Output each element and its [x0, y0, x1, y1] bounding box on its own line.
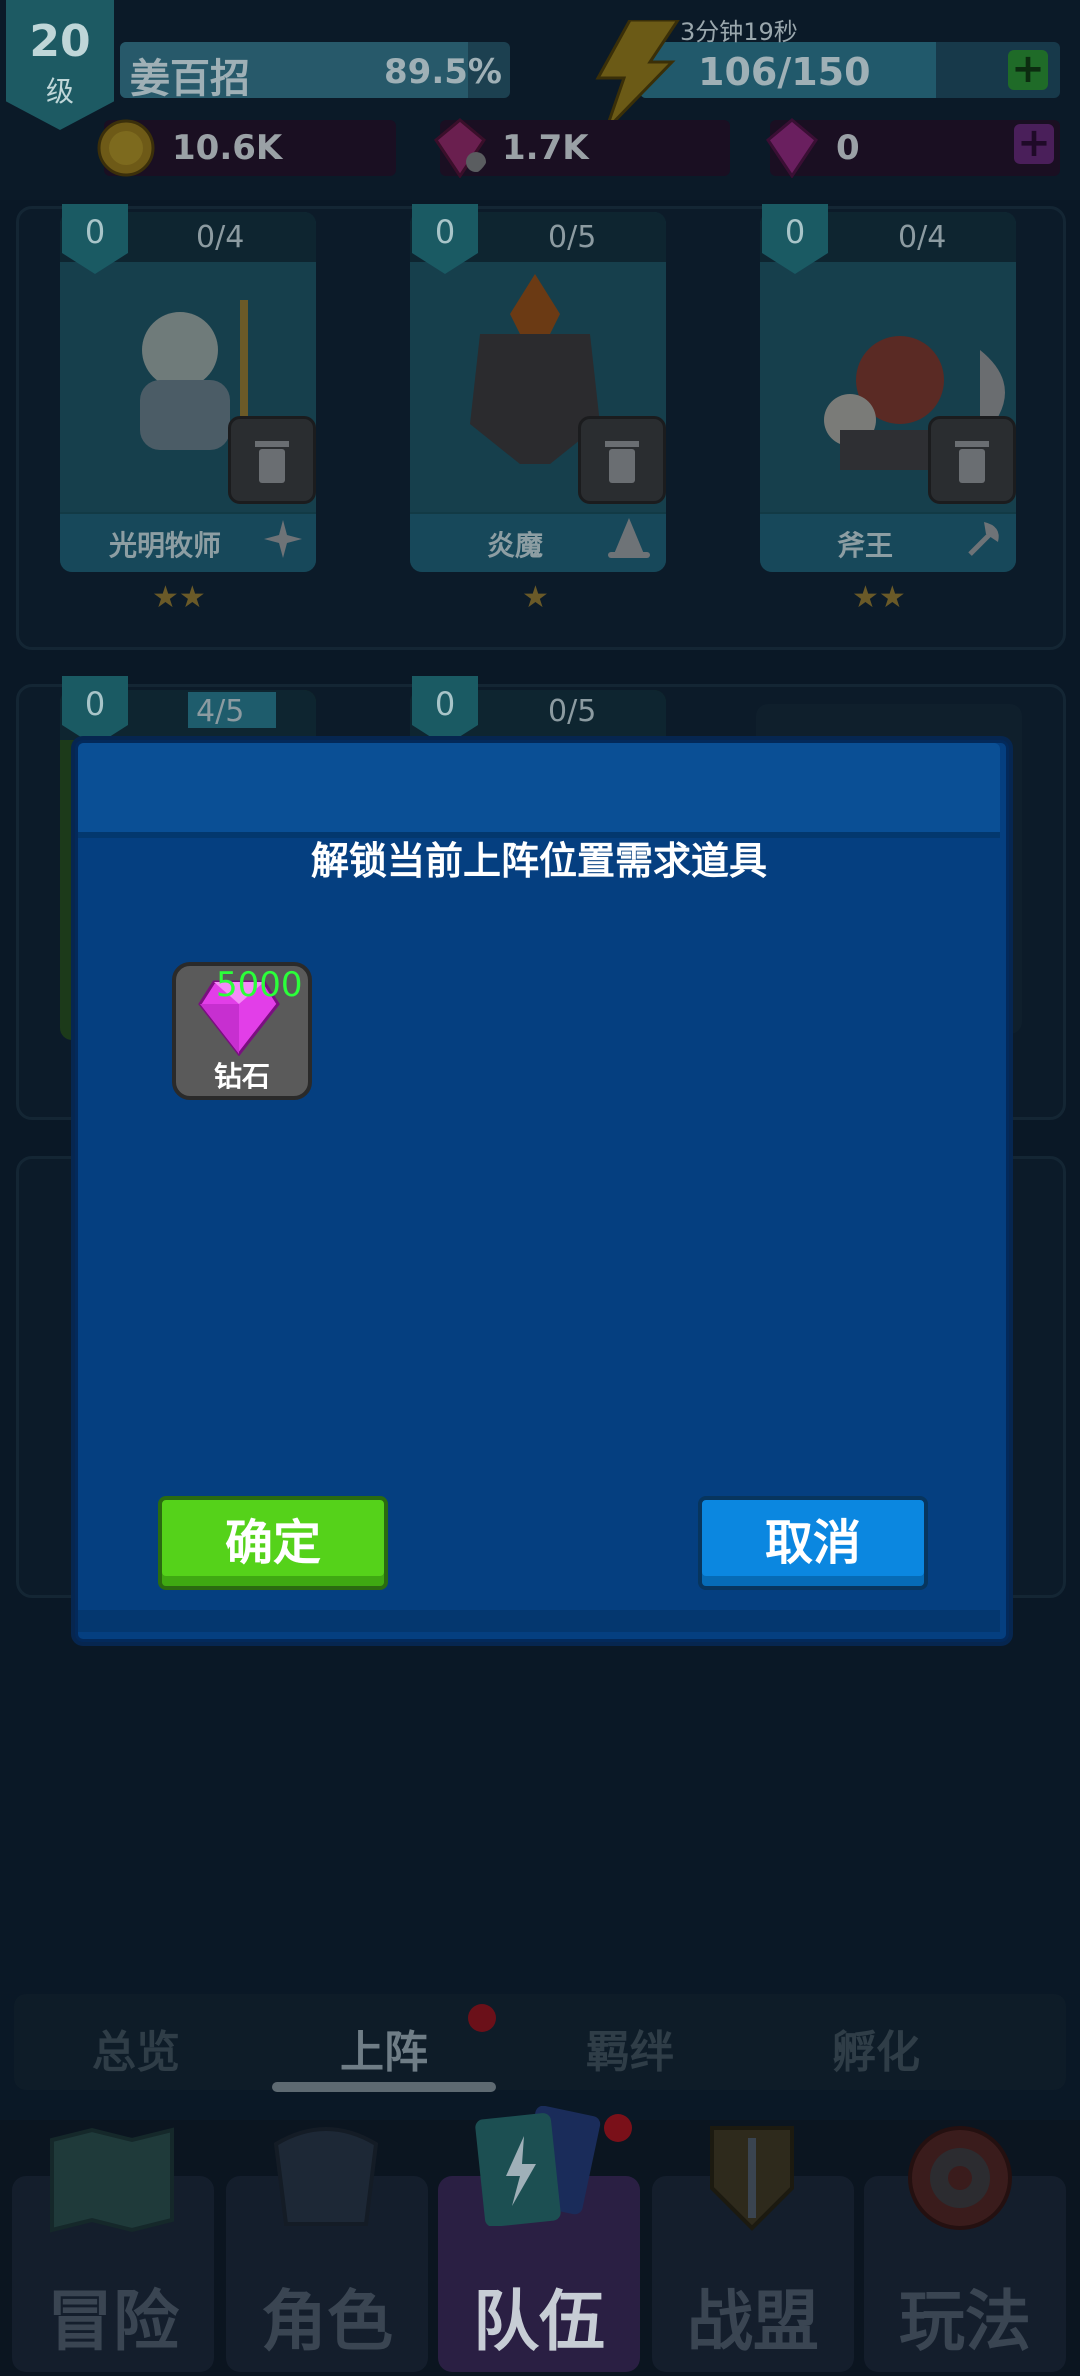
hero-fragments: 0/4 [196, 220, 245, 255]
tab-bonds[interactable]: 羁绊 [540, 2016, 720, 2080]
locked-gem-amount: 1.7K [502, 128, 589, 168]
map-icon [50, 2127, 174, 2233]
tab-overview[interactable]: 总览 [46, 2016, 226, 2080]
trash-button[interactable] [928, 416, 1016, 504]
lightning-bolt-icon [595, 20, 680, 130]
hero-name: 光明牧师 [108, 529, 221, 562]
hero-name: 斧王 [836, 529, 893, 562]
dialog-header [78, 743, 1000, 835]
player-name: 姜百招 [130, 56, 250, 102]
sparkle-class-icon [264, 520, 302, 558]
dialog-footer [78, 1610, 1000, 1632]
nav-label: 战盟 [687, 2283, 819, 2360]
active-tab-indicator [272, 2082, 496, 2092]
target-icon [908, 2126, 1012, 2230]
locked-gem-icon [434, 118, 486, 178]
trash-button[interactable] [228, 416, 316, 504]
notification-dot [604, 2114, 632, 2142]
stamina-value: 106/150 [698, 50, 871, 94]
hero-name: 炎魔 [486, 529, 543, 562]
gem-amount: 0 [836, 128, 860, 168]
axe-class-icon [968, 522, 999, 556]
gold-amount: 10.6K [172, 128, 283, 168]
nav-label: 队伍 [473, 2283, 605, 2360]
hero-fragments: 4/5 [196, 694, 245, 729]
cards-icon [475, 2106, 601, 2226]
star-rating: ★★ [152, 580, 206, 615]
level-number: 20 [29, 16, 91, 67]
notification-dot [468, 2004, 496, 2032]
nav-label: 玩法 [899, 2283, 1031, 2360]
gold-coin-icon [97, 119, 155, 177]
trash-button[interactable] [578, 416, 666, 504]
wizard-hat-class-icon [608, 518, 650, 558]
tab-lineup[interactable]: 上阵 [294, 2016, 474, 2080]
gem-icon [766, 118, 818, 178]
hero-fragments: 0/4 [898, 220, 947, 255]
star-rating: ★★ [852, 580, 906, 615]
level-unit: 级 [45, 75, 74, 108]
star-rating: ★ [522, 580, 549, 615]
add-stamina-button[interactable]: + [1008, 49, 1048, 90]
confirm-button[interactable]: 确定 [158, 1496, 388, 1590]
exp-percent: 89.5% [384, 52, 502, 92]
item-quantity: 5000 [216, 965, 303, 1005]
nav-label: 角色 [261, 2283, 393, 2360]
shield-sword-icon [710, 2126, 794, 2231]
tab-hatch[interactable]: 孵化 [786, 2016, 966, 2080]
hero-fragments: 0/5 [548, 220, 597, 255]
dialog-title: 解锁当前上阵位置需求道具 [310, 839, 767, 883]
stamina-timer: 3分钟19秒 [680, 18, 798, 46]
armor-icon [273, 2127, 379, 2226]
cancel-button[interactable]: 取消 [698, 1496, 928, 1590]
hero-fragments: 0/5 [548, 694, 597, 729]
nav-label: 冒险 [47, 2283, 179, 2360]
add-gem-button[interactable]: + [1014, 123, 1054, 164]
item-name: 钻石 [213, 1060, 270, 1093]
